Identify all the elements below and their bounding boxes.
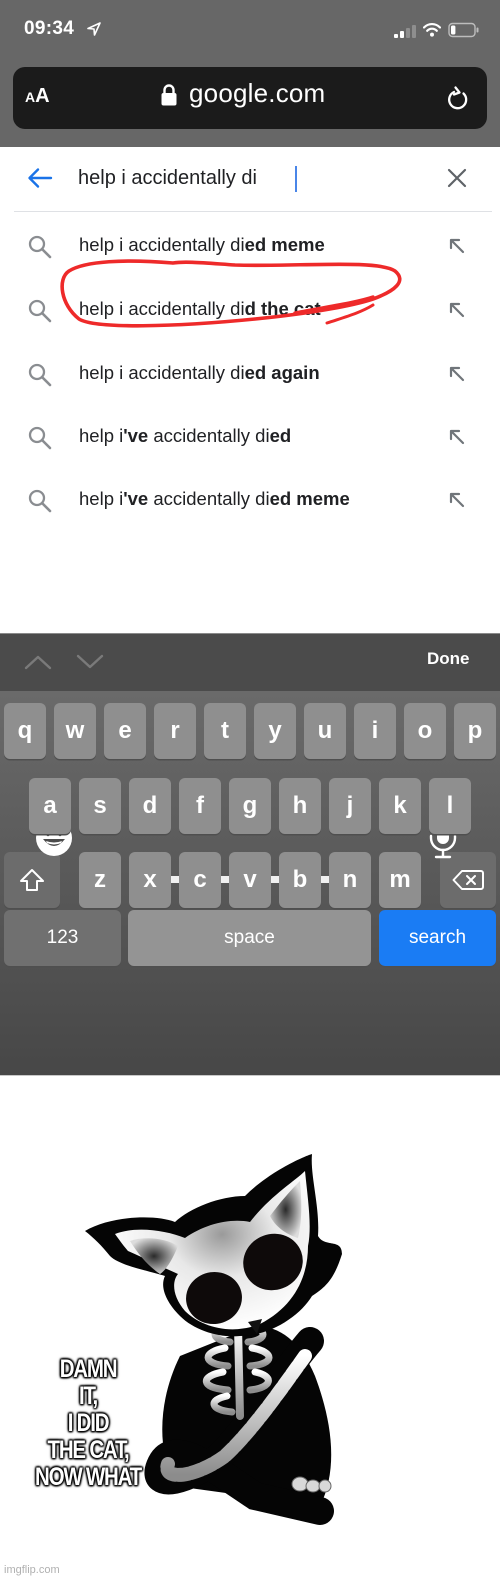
suggestion-item[interactable]: help i accidentally did the cat xyxy=(0,298,500,354)
suggestion-item[interactable]: help i accidentally died meme xyxy=(0,234,500,290)
key-n[interactable]: n xyxy=(329,852,371,908)
key-j[interactable]: j xyxy=(329,778,371,834)
done-button[interactable]: Done xyxy=(427,649,470,669)
battery-level xyxy=(451,25,456,35)
signal-strength-icon xyxy=(394,25,416,38)
search-input[interactable] xyxy=(78,161,418,195)
fill-query-arrow-icon[interactable] xyxy=(447,300,467,320)
key-z[interactable]: z xyxy=(79,852,121,908)
key-q[interactable]: q xyxy=(4,703,46,759)
back-arrow-icon[interactable] xyxy=(27,167,53,189)
reload-icon[interactable] xyxy=(446,85,470,111)
key-e[interactable]: e xyxy=(104,703,146,759)
delete-key[interactable] xyxy=(440,852,496,908)
key-i[interactable]: i xyxy=(354,703,396,759)
key-h[interactable]: h xyxy=(279,778,321,834)
location-arrow-icon xyxy=(87,22,101,36)
space-key[interactable]: space xyxy=(128,910,371,966)
key-r[interactable]: r xyxy=(154,703,196,759)
address-bar[interactable]: AA google.com xyxy=(13,67,487,129)
google-search-page: help i accidentally died meme help i acci… xyxy=(0,147,500,633)
status-bar: 09:34 xyxy=(0,0,500,60)
chevron-up-icon[interactable] xyxy=(24,654,52,670)
text-size-button[interactable]: AA xyxy=(25,85,50,108)
meme-panel: DAMN IT, I DID THE CAT, NOW WHAT imgflip.com xyxy=(0,1075,500,1582)
backspace-icon xyxy=(452,870,484,890)
browser-chrome: 09:34 AA google.com xyxy=(0,0,500,147)
caption-line: IT, xyxy=(79,1382,98,1410)
key-d[interactable]: d xyxy=(129,778,171,834)
close-icon[interactable] xyxy=(446,167,468,189)
key-t[interactable]: t xyxy=(204,703,246,759)
key-w[interactable]: w xyxy=(54,703,96,759)
search-icon xyxy=(28,489,52,513)
signal-bar xyxy=(394,34,398,38)
fill-query-arrow-icon[interactable] xyxy=(447,236,467,256)
keyboard: 123 space search qwertyuiop asdfghjkl zxcv… xyxy=(0,691,500,1075)
text-cursor xyxy=(295,166,297,192)
signal-bar xyxy=(400,31,404,38)
status-time: 09:34 xyxy=(24,18,75,39)
search-key[interactable]: search xyxy=(379,910,496,966)
meme-caption: DAMN IT, I DID THE CAT, NOW WHAT xyxy=(22,1356,153,1491)
key-u[interactable]: u xyxy=(304,703,346,759)
fill-query-arrow-icon[interactable] xyxy=(447,364,467,384)
caption-line: I DID xyxy=(67,1409,110,1437)
url-domain[interactable]: google.com xyxy=(189,78,325,109)
fill-query-arrow-icon[interactable] xyxy=(447,427,467,447)
key-b[interactable]: b xyxy=(279,852,321,908)
wifi-icon xyxy=(423,23,441,37)
suggestion-text[interactable]: help i've accidentally died xyxy=(79,425,291,447)
search-icon xyxy=(28,363,52,387)
battery-icon xyxy=(448,22,479,38)
search-icon xyxy=(28,426,52,450)
key-v[interactable]: v xyxy=(229,852,271,908)
suggestion-item[interactable]: help i've accidentally died xyxy=(0,425,500,481)
imgflip-watermark: imgflip.com xyxy=(4,1564,60,1576)
key-x[interactable]: x xyxy=(129,852,171,908)
chevron-down-icon[interactable] xyxy=(76,654,104,670)
numbers-key[interactable]: 123 xyxy=(4,910,121,966)
key-m[interactable]: m xyxy=(379,852,421,908)
suggestion-text[interactable]: help i accidentally died meme xyxy=(79,234,325,256)
key-p[interactable]: p xyxy=(454,703,496,759)
key-c[interactable]: c xyxy=(179,852,221,908)
suggestion-item[interactable]: help i've accidentally died meme xyxy=(0,488,500,544)
suggestion-item[interactable]: help i accidentally died again xyxy=(0,362,500,418)
signal-bar xyxy=(412,25,416,38)
lock-icon xyxy=(161,84,177,106)
caption-line: DAMN xyxy=(59,1355,118,1383)
key-o[interactable]: o xyxy=(404,703,446,759)
key-k[interactable]: k xyxy=(379,778,421,834)
caption-line: THE CAT, xyxy=(47,1436,130,1464)
key-s[interactable]: s xyxy=(79,778,121,834)
shift-icon xyxy=(20,869,44,891)
suggestion-text[interactable]: help i've accidentally died meme xyxy=(79,488,350,510)
keyboard-toolbar: Done xyxy=(0,633,500,691)
suggestion-text[interactable]: help i accidentally died again xyxy=(79,362,320,384)
key-y[interactable]: y xyxy=(254,703,296,759)
key-a[interactable]: a xyxy=(29,778,71,834)
search-divider xyxy=(14,211,492,212)
key-f[interactable]: f xyxy=(179,778,221,834)
signal-bar xyxy=(406,28,410,38)
key-g[interactable]: g xyxy=(229,778,271,834)
key-l[interactable]: l xyxy=(429,778,471,834)
suggestion-text[interactable]: help i accidentally did the cat xyxy=(79,298,321,320)
fill-query-arrow-icon[interactable] xyxy=(447,490,467,510)
caption-line: NOW WHAT xyxy=(35,1463,142,1491)
shift-key[interactable] xyxy=(4,852,60,908)
search-icon xyxy=(28,235,52,259)
search-icon xyxy=(28,299,52,323)
